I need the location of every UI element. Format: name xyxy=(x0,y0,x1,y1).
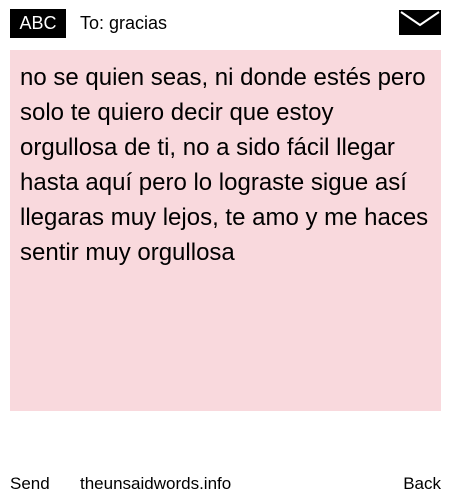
back-button[interactable]: Back xyxy=(403,470,441,498)
site-link[interactable]: theunsaidwords.info xyxy=(80,470,231,498)
message-header: ABC To: gracias xyxy=(0,0,450,46)
send-button[interactable]: Send xyxy=(10,470,50,498)
recipient-label: To: gracias xyxy=(80,13,168,33)
message-card: no se quien seas, ni donde estés pero so… xyxy=(10,50,441,411)
envelope-icon xyxy=(399,10,441,35)
footer-bar: Send theunsaidwords.info Back xyxy=(0,470,450,498)
message-text: no se quien seas, ni donde estés pero so… xyxy=(20,64,429,266)
abc-badge: ABC xyxy=(10,9,66,38)
